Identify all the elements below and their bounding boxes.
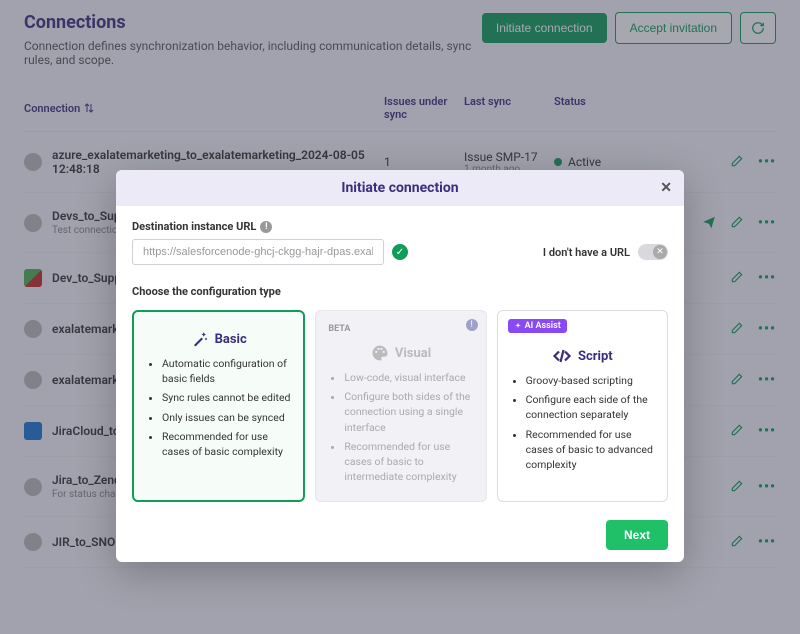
modal-title: Initiate connection [130,180,670,196]
card-bullets: Automatic configuration of basic fields … [146,356,291,459]
beta-badge: BETA [328,324,350,334]
card-title: Script [578,349,613,364]
next-button[interactable]: Next [606,520,668,550]
check-icon: ✓ [392,244,408,260]
card-title: Basic [215,332,247,347]
close-icon: ✕ [653,245,667,259]
no-url-toggle-label: I don't have a URL [543,246,630,259]
code-icon [552,347,572,365]
card-title: Visual [395,346,431,361]
magic-wand-icon [191,330,209,348]
url-field-label: Destination instance URL ! [132,220,668,233]
destination-url-input[interactable] [132,239,384,265]
palette-icon [371,344,389,362]
no-url-toggle[interactable]: ✕ [638,244,668,260]
ai-assist-badge: AI Assist [508,319,567,333]
config-card-script[interactable]: AI Assist Script Groovy-based scripting … [497,310,668,502]
card-bullets: Low-code, visual interface Configure bot… [328,370,473,485]
info-icon[interactable]: ! [466,319,478,331]
config-card-visual[interactable]: BETA ! Visual Low-code, visual interface… [315,310,486,502]
close-icon[interactable]: ✕ [660,180,672,196]
config-type-label: Choose the configuration type [132,285,668,298]
initiate-connection-modal: Initiate connection ✕ Destination instan… [116,170,684,562]
config-card-basic[interactable]: Basic Automatic configuration of basic f… [132,310,305,502]
info-icon[interactable]: ! [260,221,272,233]
card-bullets: Groovy-based scripting Configure each si… [510,373,655,472]
